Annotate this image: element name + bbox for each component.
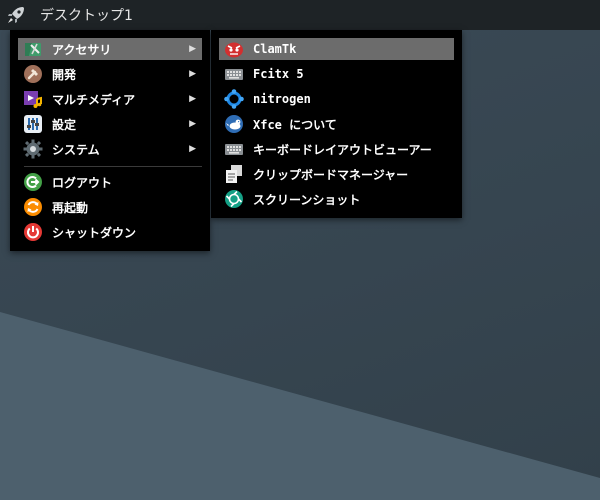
workspace-label[interactable]: デスクトップ1 — [40, 5, 133, 25]
development-icon — [23, 64, 43, 84]
submenu-item-fcitx5[interactable]: Fcitx 5 — [219, 63, 454, 85]
menu-item-shutdown[interactable]: シャットダウン — [18, 221, 202, 243]
menu-item-label: システム — [52, 142, 100, 157]
nitrogen-icon — [224, 89, 244, 109]
submenu-item-clamtk[interactable]: ClamTk — [219, 38, 454, 60]
shutdown-icon — [23, 222, 43, 242]
menu-item-restart[interactable]: 再起動 — [18, 196, 202, 218]
submenu-item-screenshot[interactable]: スクリーンショット — [219, 188, 454, 210]
top-panel: デスクトップ1 — [0, 0, 600, 30]
clipboard-icon — [224, 164, 244, 184]
accessories-submenu: ClamTk Fcitx 5 nitrogen Xfce について キーボードレ… — [211, 30, 462, 218]
submenu-arrow-icon: ▶ — [189, 69, 196, 79]
accessories-icon — [23, 39, 43, 59]
rocket-icon — [8, 7, 24, 23]
submenu-arrow-icon: ▶ — [189, 119, 196, 129]
menu-item-label: シャットダウン — [52, 225, 137, 240]
menu-item-label: 再起動 — [52, 200, 89, 215]
submenu-item-label: キーボードレイアウトビューアー — [253, 142, 432, 157]
system-icon — [23, 139, 43, 159]
keyboard-layout-icon — [224, 139, 244, 159]
clamtk-icon — [224, 39, 244, 59]
menu-item-accessories[interactable]: アクセサリ ▶ — [18, 38, 202, 60]
submenu-item-clipboard-manager[interactable]: クリップボードマネージャー — [219, 163, 454, 185]
menu-item-settings[interactable]: 設定 ▶ — [18, 113, 202, 135]
multimedia-icon — [23, 89, 43, 109]
submenu-item-keyboard-layout-viewer[interactable]: キーボードレイアウトビューアー — [219, 138, 454, 160]
menu-item-development[interactable]: 開発 ▶ — [18, 63, 202, 85]
submenu-item-label: Fcitx 5 — [253, 67, 304, 81]
menu-item-system[interactable]: システム ▶ — [18, 138, 202, 160]
submenu-item-about-xfce[interactable]: Xfce について — [219, 113, 454, 135]
menu-item-logout[interactable]: ログアウト — [18, 171, 202, 193]
submenu-item-label: Xfce について — [253, 117, 337, 132]
menu-separator — [24, 166, 202, 167]
submenu-item-nitrogen[interactable]: nitrogen — [219, 88, 454, 110]
submenu-arrow-icon: ▶ — [189, 44, 196, 54]
menu-item-label: 設定 — [52, 117, 77, 132]
menu-item-label: ログアウト — [52, 175, 113, 190]
keyboard-icon — [224, 64, 244, 84]
restart-icon — [23, 197, 43, 217]
applications-menu: アクセサリ ▶ 開発 ▶ マルチメディア ▶ 設定 ▶ システム ▶ ログアウト… — [10, 30, 210, 251]
menu-item-label: アクセサリ — [52, 42, 112, 57]
menu-item-multimedia[interactable]: マルチメディア ▶ — [18, 88, 202, 110]
submenu-item-label: nitrogen — [253, 92, 311, 106]
submenu-item-label: スクリーンショット — [253, 192, 361, 207]
menu-item-label: マルチメディア — [52, 92, 136, 107]
app-menu-button[interactable] — [0, 0, 32, 30]
screenshot-icon — [224, 189, 244, 209]
logout-icon — [23, 172, 43, 192]
submenu-arrow-icon: ▶ — [189, 94, 196, 104]
submenu-arrow-icon: ▶ — [189, 144, 196, 154]
xfce-icon — [224, 114, 244, 134]
submenu-item-label: ClamTk — [253, 42, 297, 56]
submenu-item-label: クリップボードマネージャー — [253, 167, 409, 182]
settings-icon — [23, 114, 43, 134]
menu-item-label: 開発 — [52, 67, 77, 82]
